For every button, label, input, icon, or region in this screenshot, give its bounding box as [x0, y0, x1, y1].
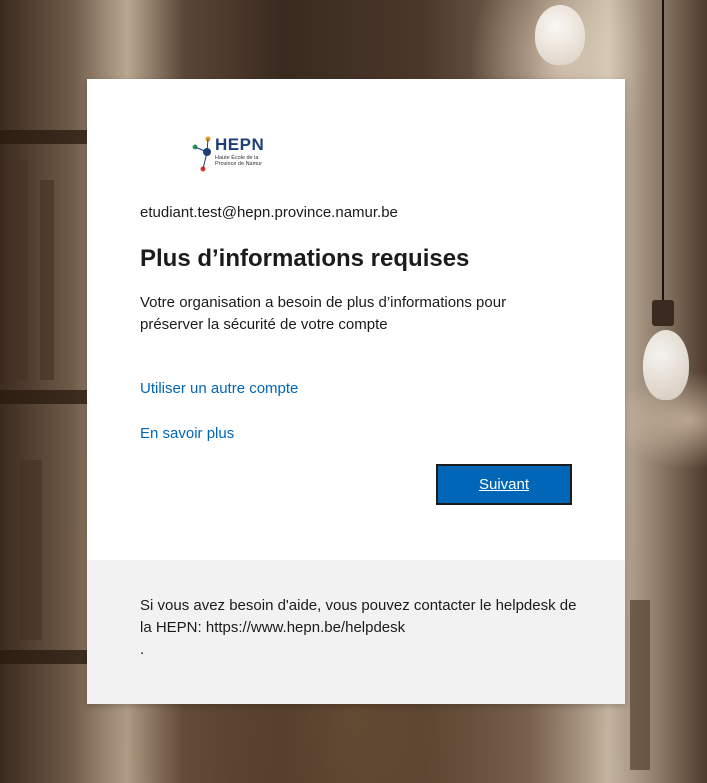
next-button[interactable]: Suivant — [436, 464, 572, 505]
network-icon — [192, 136, 211, 172]
light-bulb-icon — [535, 5, 585, 65]
logo-name: HEPN — [215, 135, 265, 154]
signin-card: HEPN Haute École de la Province de Namur… — [87, 79, 625, 704]
next-button-label: Suivant — [478, 476, 530, 493]
shelf-decoration — [0, 650, 90, 664]
lamp-cord — [662, 0, 664, 300]
help-footer: Si vous avez besoin d'aide, vous pouvez … — [87, 560, 625, 704]
helpdesk-trailing: . — [140, 641, 145, 658]
page-title: Plus d’informations requises — [140, 245, 470, 272]
helpdesk-message: Si vous avez besoin d'aide, vous pouvez … — [140, 597, 577, 636]
helpdesk-text: Si vous avez besoin d'aide, vous pouvez … — [140, 595, 580, 661]
book-decoration — [10, 160, 28, 380]
description-text: Votre organisation a besoin de plus d’in… — [140, 294, 507, 333]
light-bulb-icon — [643, 330, 689, 400]
book-decoration — [630, 600, 650, 770]
learn-more-link[interactable]: En savoir plus — [140, 425, 234, 442]
card-body: HEPN Haute École de la Province de Namur… — [87, 79, 625, 560]
book-decoration — [20, 460, 42, 640]
use-other-account-link[interactable]: Utiliser un autre compte — [140, 380, 298, 397]
hepn-logo: HEPN Haute École de la Province de Namur — [191, 135, 311, 179]
shelf-decoration — [0, 130, 90, 144]
shelf-decoration — [0, 390, 90, 404]
book-decoration — [40, 180, 54, 380]
logo-subtitle: Haute École de la Province de Namur — [215, 155, 263, 167]
account-email: etudiant.test@hepn.province.namur.be — [140, 204, 398, 221]
lamp-socket — [652, 300, 674, 326]
